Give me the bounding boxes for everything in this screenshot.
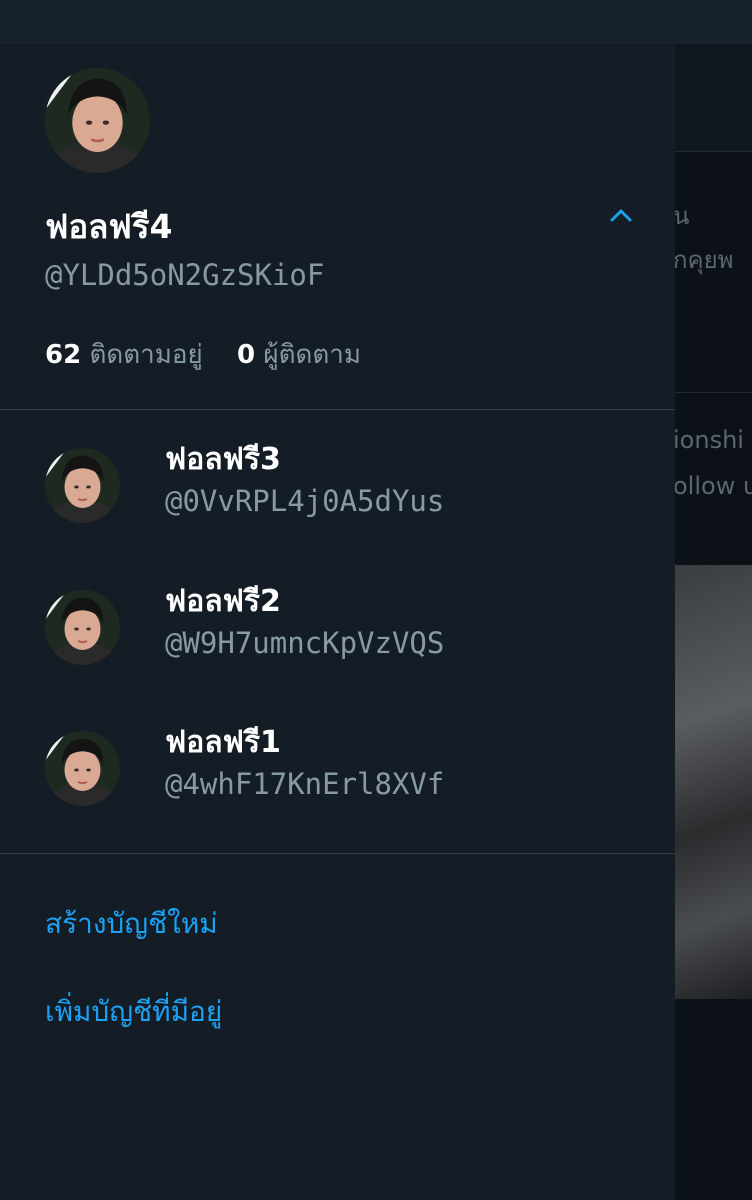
background-header [675, 44, 752, 152]
background-text: น [675, 202, 690, 230]
following-stat[interactable]: 62 ติดตามอยู่ [45, 340, 211, 370]
avatar-photo-icon [45, 731, 120, 806]
account-avatar [45, 590, 120, 665]
add-existing-account-link[interactable]: เพิ่มบัญชีที่มีอยู่ [45, 990, 222, 1034]
status-bar [0, 0, 752, 44]
followers-stat[interactable]: 0 ผู้ติดตาม [237, 340, 361, 370]
avatar-photo-icon [45, 68, 150, 173]
create-account-link[interactable]: สร้างบัญชีใหม่ [45, 902, 218, 946]
background-text: ollow u [675, 472, 752, 500]
background-text: กคุยพ [675, 246, 734, 274]
account-name: ฟอลฟรี2 [165, 584, 281, 619]
followers-count: 0 [236, 340, 256, 370]
avatar-photo-icon [45, 590, 120, 665]
following-label: ติดตามอยู่ [89, 340, 203, 370]
account-avatar [45, 731, 120, 806]
account-handle: @4whF17KnErl8XVf [165, 767, 445, 801]
profile-avatar[interactable] [45, 68, 150, 173]
account-name: ฟอลฟรี1 [165, 725, 281, 760]
account-drawer: ฟอลฟรี4 @YLDd5oN2GzSKioF 62 ติดตามอยู่ 0… [0, 44, 675, 1200]
background-text: ionshi [675, 426, 744, 454]
account-switch-item[interactable]: ฟอลฟรี1 @4whF17KnErl8XVf [0, 711, 675, 831]
background-timeline: น กคุยพ ionshi ollow u [675, 44, 752, 1200]
chevron-up-icon[interactable] [606, 200, 636, 230]
account-avatar [45, 448, 120, 523]
profile-handle: @YLDd5oN2GzSKioF [45, 258, 325, 292]
followers-label: ผู้ติดตาม [263, 340, 361, 370]
profile-display-name: ฟอลฟรี4 [45, 207, 173, 246]
account-handle: @0VvRPL4j0A5dYus [165, 484, 445, 518]
background-image [675, 565, 752, 999]
profile-stats: 62 ติดตามอยู่ 0 ผู้ติดตาม [45, 334, 361, 375]
divider [0, 409, 675, 410]
following-count: 62 [45, 340, 82, 370]
divider [0, 853, 675, 854]
account-switch-item[interactable]: ฟอลฟรี2 @W9H7umncKpVzVQS [0, 570, 675, 690]
background-divider [675, 392, 752, 393]
account-handle: @W9H7umncKpVzVQS [165, 626, 445, 660]
account-name: ฟอลฟรี3 [165, 442, 281, 477]
account-switch-item[interactable]: ฟอลฟรี3 @0VvRPL4j0A5dYus [0, 428, 675, 548]
avatar-photo-icon [45, 448, 120, 523]
